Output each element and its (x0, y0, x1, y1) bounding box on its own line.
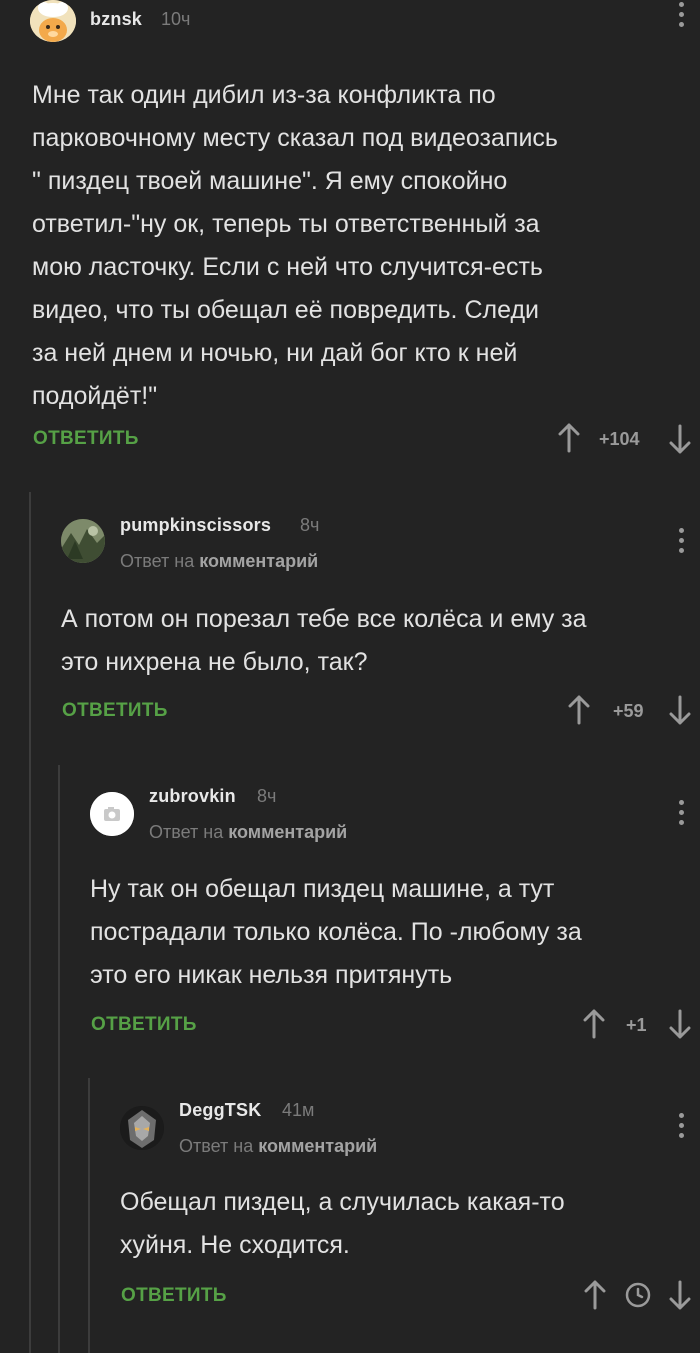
arrow-down-icon[interactable] (668, 424, 692, 454)
camera-icon (90, 792, 134, 836)
reply-button[interactable]: ОТВЕТИТЬ (62, 700, 168, 722)
helmet-avatar-icon (120, 1106, 164, 1150)
reply-to-prefix: Ответ на (149, 822, 224, 842)
rating-value: +104 (599, 429, 640, 449)
comment-author[interactable]: pumpkinscissors (120, 515, 271, 536)
reply-to-label: Ответ на комментарий (149, 822, 347, 843)
comment-time: 10ч (161, 9, 191, 29)
avatar[interactable] (30, 0, 76, 42)
reply-to-label: Ответ на комментарий (179, 1136, 377, 1157)
forest-avatar-icon (61, 519, 105, 563)
bear-avatar-icon (30, 0, 76, 42)
comments-page: bznsk 10ч Мне так один дибил из-за конфл… (0, 0, 700, 1353)
comment-author[interactable]: bznsk (90, 9, 142, 30)
avatar[interactable] (61, 519, 105, 563)
arrow-up-icon[interactable] (582, 1009, 606, 1039)
reply-button[interactable]: ОТВЕТИТЬ (121, 1285, 227, 1307)
clock-icon (625, 1282, 651, 1308)
arrow-down-icon[interactable] (668, 1009, 692, 1039)
arrow-up-icon[interactable] (583, 1280, 607, 1310)
reply-to-prefix: Ответ на (120, 551, 195, 571)
arrow-up-icon[interactable] (567, 695, 591, 725)
comment-text: Обещал пиздец, а случилась какая-то хуйн… (120, 1188, 565, 1259)
reply-to-prefix: Ответ на (179, 1136, 254, 1156)
reply-to-label: Ответ на комментарий (120, 551, 318, 572)
reply-button[interactable]: ОТВЕТИТЬ (91, 1014, 197, 1036)
comment-time: 8ч (257, 786, 277, 806)
comment-author[interactable]: zubrovkin (149, 786, 236, 807)
reply-to-link[interactable]: комментарий (258, 1136, 377, 1156)
rating-value: +1 (626, 1015, 647, 1035)
comment-text: А потом он порезал тебе все колёса и ему… (61, 605, 587, 676)
arrow-down-icon[interactable] (668, 695, 692, 725)
more-vertical-icon[interactable] (679, 528, 685, 558)
reply-button[interactable]: ОТВЕТИТЬ (33, 428, 139, 450)
avatar[interactable] (120, 1106, 164, 1150)
thread-line-level-1 (29, 492, 31, 1353)
arrow-up-icon[interactable] (557, 423, 581, 453)
comment-text: Мне так один дибил из-за конфликта по па… (32, 81, 558, 410)
thread-line-level-2 (58, 765, 60, 1353)
rating-value: +59 (613, 701, 644, 721)
comment-text: Ну так он обещал пиздец машине, а тут по… (90, 875, 582, 989)
arrow-down-icon[interactable] (668, 1280, 692, 1310)
more-vertical-icon[interactable] (679, 1113, 685, 1143)
more-vertical-icon[interactable] (679, 2, 685, 32)
avatar[interactable] (90, 792, 134, 836)
more-vertical-icon[interactable] (679, 800, 685, 830)
comment-author[interactable]: DeggTSK (179, 1100, 261, 1121)
reply-to-link[interactable]: комментарий (199, 551, 318, 571)
comment-time: 8ч (300, 515, 320, 535)
reply-to-link[interactable]: комментарий (228, 822, 347, 842)
comment-time: 41м (282, 1100, 315, 1120)
thread-line-level-3 (88, 1078, 90, 1353)
